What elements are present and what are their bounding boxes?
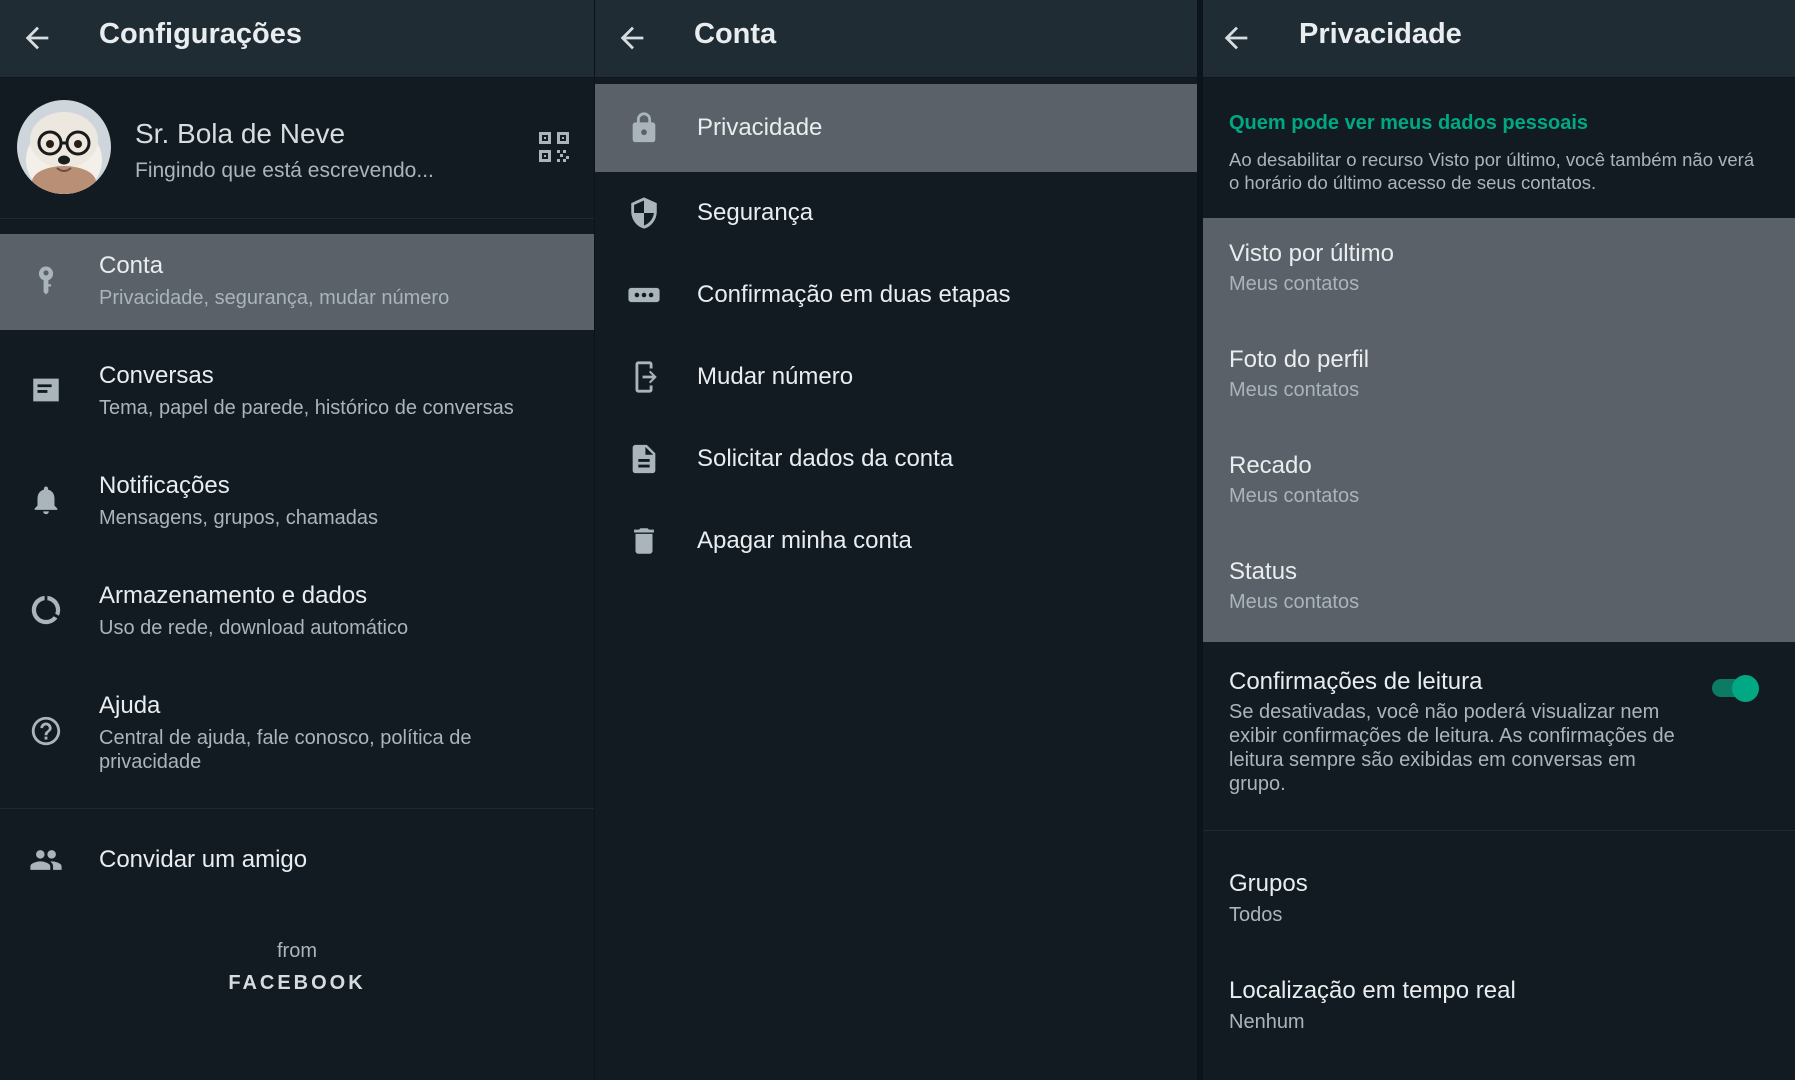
- profile-row[interactable]: Sr. Bola de Neve Fingindo que está escre…: [0, 78, 594, 219]
- settings-item-subtitle: Uso de rede, download automático: [99, 617, 409, 639]
- read-receipts-toggle[interactable]: [1708, 669, 1759, 703]
- settings-item-subtitle: Central de ajuda, fale conosco, política…: [99, 727, 472, 773]
- profile-status: Fingindo que está escrevendo...: [135, 159, 434, 182]
- account-item-title: Apagar minha conta: [697, 527, 912, 554]
- document-icon: [627, 442, 661, 476]
- settings-item-storage[interactable]: Armazenamento e dados Uso de rede, downl…: [0, 564, 594, 660]
- page-title: Conta: [694, 18, 777, 50]
- back-arrow-icon[interactable]: [20, 21, 54, 55]
- settings-item-title: Conta: [99, 252, 164, 279]
- account-item-privacy[interactable]: Privacidade: [595, 84, 1197, 172]
- facebook-brand: FACEBOOK: [228, 972, 366, 994]
- dots-icon: [627, 278, 661, 312]
- shield-icon: [627, 196, 661, 230]
- privacy-item-status[interactable]: Status Meus contatos: [1203, 536, 1795, 642]
- read-receipts-description: Se desativadas, você não poderá visualiz…: [1229, 701, 1675, 795]
- privacy-item-about[interactable]: Recado Meus contatos: [1203, 430, 1795, 536]
- privacy-item-value: Meus contatos: [1229, 273, 1360, 295]
- settings-item-subtitle: Mensagens, grupos, chamadas: [99, 507, 379, 529]
- data-usage-icon: [29, 593, 63, 627]
- account-item-change-number[interactable]: Mudar número: [595, 336, 1197, 418]
- settings-item-title: Conversas: [99, 362, 214, 389]
- read-receipts-row[interactable]: Confirmações de leitura Se desativadas, …: [1203, 650, 1795, 826]
- privacy-item-title: Status: [1229, 558, 1298, 585]
- privacy-item-value: Nenhum: [1229, 1011, 1305, 1033]
- people-icon: [29, 843, 63, 877]
- divider: [1203, 830, 1795, 831]
- settings-item-notifications[interactable]: Notificações Mensagens, grupos, chamadas: [0, 454, 594, 550]
- account-item-two-step[interactable]: Confirmação em duas etapas: [595, 254, 1197, 336]
- selected-items-block: Visto por último Meus contatos Foto do p…: [1203, 218, 1795, 642]
- qr-code-icon[interactable]: [537, 130, 571, 164]
- settings-item-chats[interactable]: Conversas Tema, papel de parede, históri…: [0, 344, 594, 440]
- account-panel: Conta Privacidade Segurança Confirmação …: [595, 0, 1197, 1080]
- account-item-delete[interactable]: Apagar minha conta: [595, 500, 1197, 582]
- account-item-security[interactable]: Segurança: [595, 172, 1197, 254]
- bell-icon: [29, 483, 63, 517]
- privacy-item-title: Recado: [1229, 452, 1312, 479]
- privacy-item-live-location[interactable]: Localização em tempo real Nenhum: [1203, 965, 1795, 1071]
- invite-friend-row[interactable]: Convidar um amigo: [0, 820, 594, 900]
- read-receipts-title: Confirmações de leitura: [1229, 668, 1483, 695]
- page-title: Privacidade: [1299, 18, 1462, 50]
- back-arrow-icon[interactable]: [615, 21, 649, 55]
- privacy-item-last-seen[interactable]: Visto por último Meus contatos: [1203, 218, 1795, 324]
- settings-item-title: Armazenamento e dados: [99, 582, 368, 609]
- privacy-panel: Privacidade Quem pode ver meus dados pes…: [1203, 0, 1795, 1080]
- invite-friend-label: Convidar um amigo: [99, 846, 308, 873]
- privacy-app-bar: Privacidade: [1203, 0, 1795, 78]
- trash-icon: [627, 524, 661, 558]
- section-header: Quem pode ver meus dados pessoais: [1229, 112, 1589, 134]
- privacy-item-title: Visto por último: [1229, 240, 1394, 267]
- privacy-item-value: Meus contatos: [1229, 379, 1360, 401]
- settings-item-subtitle: Tema, papel de parede, histórico de conv…: [99, 397, 514, 419]
- key-icon: [29, 263, 63, 297]
- privacy-item-title: Grupos: [1229, 870, 1308, 897]
- page-title: Configurações: [99, 18, 303, 50]
- privacy-item-title: Localização em tempo real: [1229, 977, 1516, 1004]
- section-description: Ao desabilitar o recurso Visto por últim…: [1229, 149, 1755, 193]
- settings-item-help[interactable]: Ajuda Central de ajuda, fale conosco, po…: [0, 674, 594, 796]
- back-arrow-icon[interactable]: [1219, 21, 1253, 55]
- settings-item-title: Ajuda: [99, 692, 161, 719]
- account-app-bar: Conta: [595, 0, 1197, 78]
- account-item-title: Privacidade: [697, 114, 823, 141]
- profile-name: Sr. Bola de Neve: [135, 118, 346, 149]
- account-item-title: Mudar número: [697, 363, 854, 390]
- from-label: from: [277, 940, 317, 962]
- settings-app-bar: Configurações: [0, 0, 594, 78]
- privacy-item-groups[interactable]: Grupos Todos: [1203, 858, 1795, 964]
- privacy-item-profile-photo[interactable]: Foto do perfil Meus contatos: [1203, 324, 1795, 430]
- toggle-knob: [1732, 675, 1759, 702]
- settings-item-title: Notificações: [99, 472, 230, 499]
- chat-icon: [29, 373, 63, 407]
- help-icon: [29, 714, 63, 748]
- avatar[interactable]: [17, 100, 111, 194]
- phone-change-icon: [627, 360, 661, 394]
- privacy-item-title: Foto do perfil: [1229, 346, 1370, 373]
- account-item-title: Confirmação em duas etapas: [697, 281, 1011, 308]
- account-item-title: Segurança: [697, 199, 814, 226]
- account-item-title: Solicitar dados da conta: [697, 445, 954, 472]
- privacy-item-value: Meus contatos: [1229, 591, 1360, 613]
- privacy-item-value: Todos: [1229, 904, 1283, 926]
- lock-icon: [627, 111, 661, 145]
- settings-item-subtitle: Privacidade, segurança, mudar número: [99, 287, 450, 309]
- account-item-request-data[interactable]: Solicitar dados da conta: [595, 418, 1197, 500]
- settings-panel: Configurações Sr. Bola de Neve Fingindo …: [0, 0, 594, 1080]
- divider: [0, 808, 594, 809]
- privacy-item-value: Meus contatos: [1229, 485, 1360, 507]
- settings-item-account[interactable]: Conta Privacidade, segurança, mudar núme…: [0, 234, 594, 330]
